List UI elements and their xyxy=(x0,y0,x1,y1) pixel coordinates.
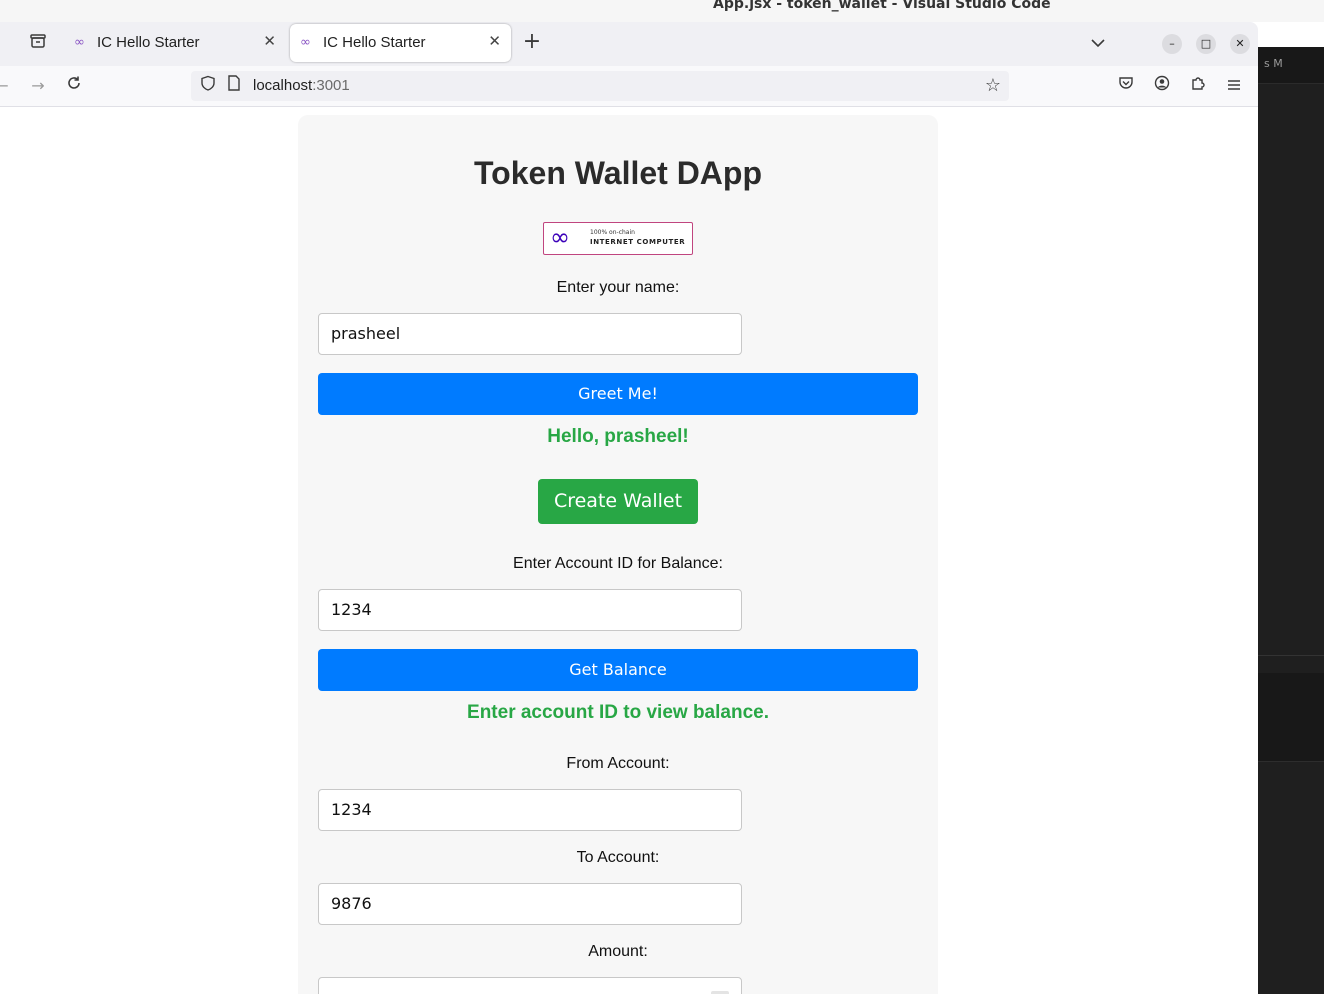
forward-icon[interactable]: → xyxy=(26,74,50,98)
url-host: localhost xyxy=(253,77,313,94)
name-input[interactable]: prasheel xyxy=(318,313,742,355)
from-account-label: From Account: xyxy=(566,755,670,772)
get-balance-button[interactable]: Get Balance xyxy=(318,649,918,691)
balance-account-input[interactable]: 1234 xyxy=(318,589,742,631)
browser-tab[interactable]: ∞ IC Hello Starter ✕ xyxy=(64,24,286,62)
tab-title: IC Hello Starter xyxy=(323,34,426,51)
page-content: Token Wallet DApp ∞ 100% on-chain INTERN… xyxy=(0,107,1258,994)
account-icon[interactable] xyxy=(1150,74,1174,98)
navigation-toolbar: ← → localhost:3001 ☆ xyxy=(0,66,1258,107)
browser-tab-active[interactable]: ∞ IC Hello Starter ✕ xyxy=(290,24,511,62)
minimize-button[interactable]: – xyxy=(1162,34,1182,54)
reload-icon[interactable] xyxy=(62,74,86,98)
vscode-divider xyxy=(1258,761,1324,762)
greet-button[interactable]: Greet Me! xyxy=(318,373,918,415)
greeting-message: Hello, prasheel! xyxy=(547,426,689,447)
shield-icon[interactable] xyxy=(196,74,220,98)
infinity-icon: ∞ xyxy=(74,35,85,50)
wallet-card: Token Wallet DApp ∞ 100% on-chain INTERN… xyxy=(298,115,938,994)
close-icon[interactable]: ✕ xyxy=(263,32,276,50)
name-label: Enter your name: xyxy=(556,279,680,296)
vscode-divider xyxy=(1258,655,1324,656)
vscode-tab-label[interactable]: s M xyxy=(1264,57,1283,70)
bookmark-star-icon[interactable]: ☆ xyxy=(981,74,1005,98)
url-bar[interactable]: localhost:3001 ☆ xyxy=(191,71,1009,101)
vscode-panel xyxy=(1258,673,1324,761)
amount-input[interactable] xyxy=(318,977,742,994)
to-account-input[interactable]: 9876 xyxy=(318,883,742,925)
extensions-icon[interactable] xyxy=(1186,74,1210,98)
tab-groups-icon[interactable] xyxy=(26,32,50,56)
create-wallet-button[interactable]: Create Wallet xyxy=(538,479,698,524)
close-window-button[interactable]: ✕ xyxy=(1230,34,1250,54)
maximize-button[interactable]: □ xyxy=(1196,34,1216,54)
internet-computer-logo: ∞ 100% on-chain INTERNET COMPUTER xyxy=(543,222,693,255)
url-port: :3001 xyxy=(312,77,350,94)
close-icon[interactable]: ✕ xyxy=(488,32,501,50)
logo-line2: INTERNET COMPUTER xyxy=(590,238,686,246)
balance-label: Enter Account ID for Balance: xyxy=(513,555,723,572)
menu-icon[interactable] xyxy=(1222,74,1246,98)
tab-strip: ∞ IC Hello Starter ✕ ∞ IC Hello Starter … xyxy=(0,22,1258,66)
vscode-window: s M xyxy=(1258,47,1324,994)
tab-title: IC Hello Starter xyxy=(97,34,200,51)
pocket-icon[interactable] xyxy=(1114,74,1138,98)
to-account-label: To Account: xyxy=(576,849,660,866)
from-account-input[interactable]: 1234 xyxy=(318,789,742,831)
os-window-title: App.jsx - token_wallet - Visual Studio C… xyxy=(713,0,1051,12)
back-icon[interactable]: ← xyxy=(0,74,14,98)
page-icon[interactable] xyxy=(224,74,244,98)
balance-message: Enter account ID to view balance. xyxy=(467,702,769,723)
url-text[interactable]: localhost:3001 xyxy=(253,77,350,94)
os-top-bar: App.jsx - token_wallet - Visual Studio C… xyxy=(0,0,1324,22)
infinity-icon: ∞ xyxy=(550,223,570,251)
vscode-tab-bar: s M xyxy=(1258,47,1324,84)
amount-label: Amount: xyxy=(588,943,648,960)
logo-line1: 100% on-chain xyxy=(590,229,635,236)
list-all-tabs-button[interactable] xyxy=(1086,31,1110,55)
page-title: Token Wallet DApp xyxy=(474,155,762,191)
infinity-icon: ∞ xyxy=(300,35,311,50)
new-tab-button[interactable]: + xyxy=(520,30,544,54)
browser-window: ∞ IC Hello Starter ✕ ∞ IC Hello Starter … xyxy=(0,22,1258,994)
